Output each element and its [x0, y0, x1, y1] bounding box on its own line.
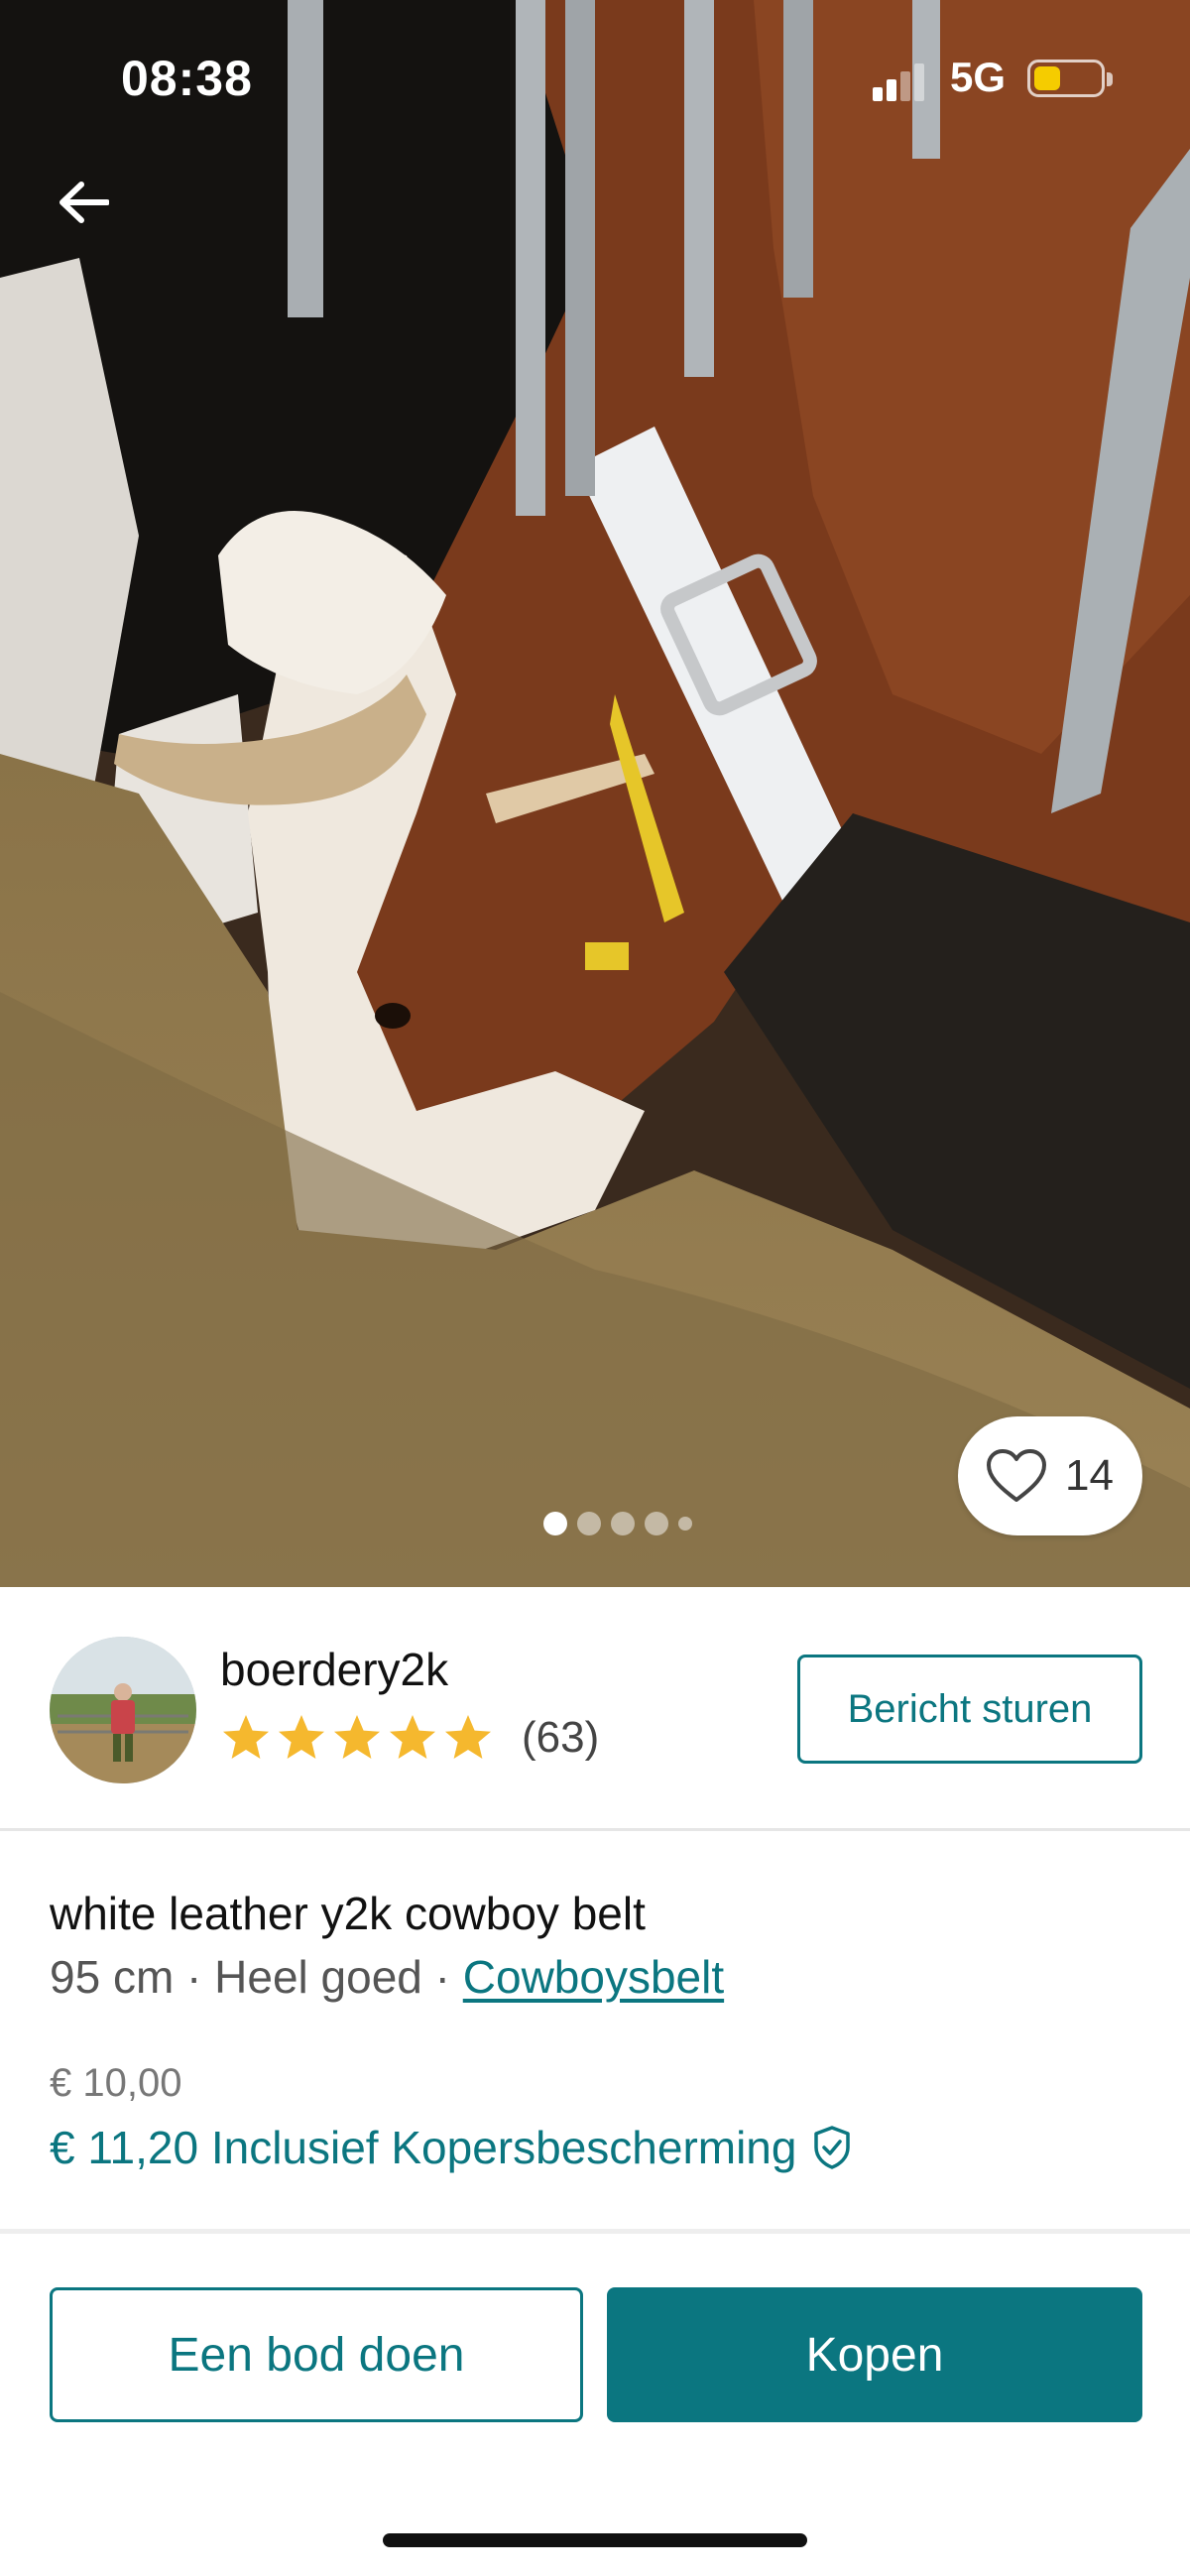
network-type: 5G	[950, 54, 1007, 100]
cow-photo	[0, 0, 1190, 1587]
item-size: 95 cm	[50, 1951, 175, 2003]
item-meta: 95 cm · Heel goed · Cowboysbelt	[50, 1950, 724, 2004]
buyer-protection-price[interactable]: € 11,20 Inclusief Kopersbescherming	[50, 2121, 856, 2174]
seller-section: boerdery2k (63) Bericht sturen	[0, 1587, 1190, 1831]
home-indicator[interactable]	[383, 2533, 807, 2547]
gallery-dot[interactable]	[577, 1512, 601, 1535]
cellular-signal-icon	[873, 61, 928, 101]
status-bar: 08:38 5G	[0, 0, 1190, 159]
status-time: 08:38	[121, 51, 253, 106]
review-count: (63)	[522, 1713, 600, 1762]
buy-button[interactable]: Kopen	[607, 2287, 1142, 2422]
gallery-dot[interactable]	[543, 1512, 567, 1535]
seller-rating[interactable]: (63)	[220, 1712, 599, 1764]
star-icon	[390, 1715, 435, 1759]
gallery-dot[interactable]	[611, 1512, 635, 1535]
heart-outline-icon	[987, 1449, 1046, 1502]
favorite-count: 14	[1065, 1451, 1114, 1500]
star-icon	[334, 1715, 380, 1759]
total-price-label: € 11,20 Inclusief Kopersbescherming	[50, 2122, 797, 2173]
item-title: white leather y2k cowboy belt	[50, 1888, 646, 1939]
meta-separator: ·	[421, 1951, 463, 2003]
back-button[interactable]	[52, 171, 115, 234]
meta-separator: ·	[174, 1951, 215, 2003]
product-photo[interactable]: 08:38 5G 14	[0, 0, 1190, 1587]
gallery-pagination[interactable]	[543, 1512, 692, 1535]
send-message-button[interactable]: Bericht sturen	[797, 1655, 1142, 1764]
star-icon	[279, 1715, 324, 1759]
make-offer-button[interactable]: Een bod doen	[50, 2287, 583, 2422]
battery-icon	[1027, 60, 1113, 97]
avatar	[50, 1637, 196, 1783]
seller-username[interactable]: boerdery2k	[220, 1643, 448, 1696]
item-brand-link[interactable]: Cowboysbelt	[463, 1951, 724, 2003]
star-icon	[223, 1715, 269, 1759]
seller-avatar[interactable]	[50, 1637, 196, 1783]
battery-level	[1034, 66, 1060, 90]
star-rating	[220, 1712, 498, 1764]
favorite-button[interactable]: 14	[958, 1416, 1142, 1535]
gallery-dot[interactable]	[645, 1512, 668, 1535]
shield-check-icon	[814, 2126, 851, 2169]
gallery-dot[interactable]	[678, 1517, 692, 1531]
item-price: € 10,00	[50, 2061, 182, 2105]
arrow-left-icon	[60, 182, 109, 223]
star-icon	[445, 1715, 491, 1759]
item-condition: Heel goed	[214, 1951, 422, 2003]
item-details: white leather y2k cowboy belt 95 cm · He…	[0, 1831, 1190, 2234]
